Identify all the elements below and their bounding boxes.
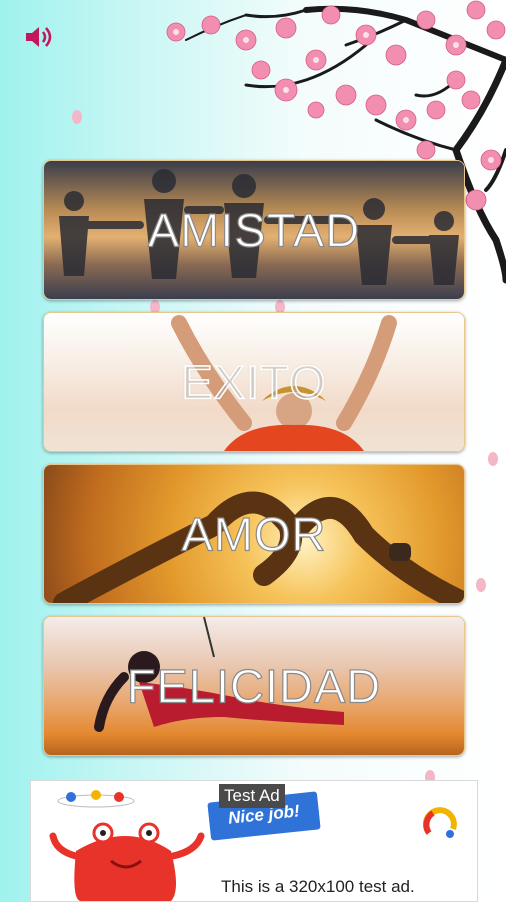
category-card-amor[interactable]: AMOR xyxy=(43,464,465,604)
card-label: AMISTAD xyxy=(147,203,361,257)
test-ad-badge: Test Ad xyxy=(219,784,285,808)
ad-brand-icon[interactable] xyxy=(423,805,459,841)
falling-petal xyxy=(488,452,498,466)
category-card-amistad[interactable]: AMISTAD xyxy=(43,160,465,300)
falling-petal xyxy=(476,578,486,592)
category-card-felicidad[interactable]: FELICIDAD xyxy=(43,616,465,756)
ad-mascot-icon xyxy=(49,790,205,901)
falling-petal xyxy=(72,110,82,124)
ad-banner[interactable]: Nice job! Test Ad This is a 320x100 test… xyxy=(30,780,478,902)
card-label: AMOR xyxy=(181,507,327,561)
card-label: EXITO xyxy=(181,355,327,410)
speaker-icon xyxy=(26,27,52,47)
ad-description: This is a 320x100 test ad. xyxy=(221,877,415,896)
card-label: FELICIDAD xyxy=(126,659,382,713)
sound-button[interactable] xyxy=(24,24,54,50)
category-card-exito[interactable]: EXITO xyxy=(43,312,465,452)
